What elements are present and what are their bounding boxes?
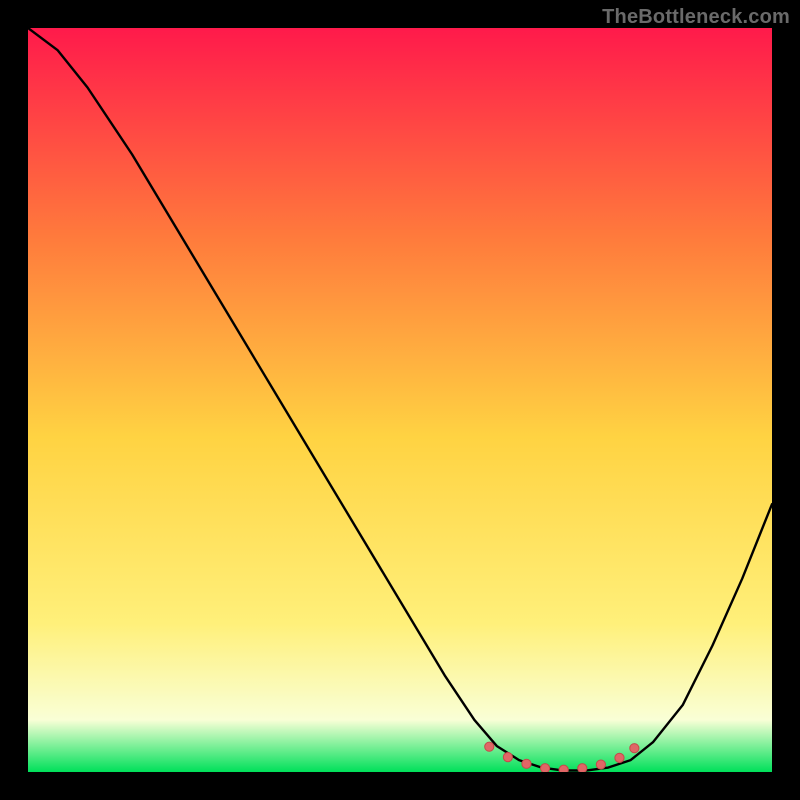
gradient-background (28, 28, 772, 772)
optimal-marker (615, 753, 624, 762)
optimal-marker (522, 759, 531, 768)
optimal-marker (559, 765, 568, 772)
plot-area (28, 28, 772, 772)
chart-frame: TheBottleneck.com (0, 0, 800, 800)
optimal-marker (596, 760, 605, 769)
optimal-marker (540, 764, 549, 772)
optimal-marker (485, 742, 494, 751)
optimal-marker (630, 744, 639, 753)
optimal-marker (578, 764, 587, 772)
chart-svg (28, 28, 772, 772)
watermark-text: TheBottleneck.com (602, 6, 790, 29)
optimal-marker (503, 753, 512, 762)
